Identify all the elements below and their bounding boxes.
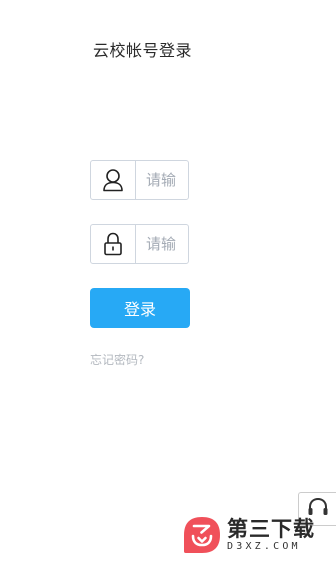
password-input[interactable]	[136, 225, 188, 263]
page-title: 云校帐号登录	[93, 41, 193, 60]
watermark-logo-icon	[182, 515, 222, 555]
user-icon	[91, 161, 136, 199]
watermark-title: 第三下载	[227, 517, 315, 541]
password-field[interactable]	[90, 224, 189, 264]
watermark-subtitle: D3XZ.COM	[227, 541, 301, 552]
username-input[interactable]	[136, 161, 188, 199]
forgot-password-link[interactable]: 忘记密码?	[90, 351, 144, 368]
username-field[interactable]	[90, 160, 189, 200]
watermark: 第三下载 D3XZ.COM	[182, 512, 332, 558]
login-button[interactable]: 登录	[90, 288, 190, 328]
lock-icon	[91, 225, 136, 263]
